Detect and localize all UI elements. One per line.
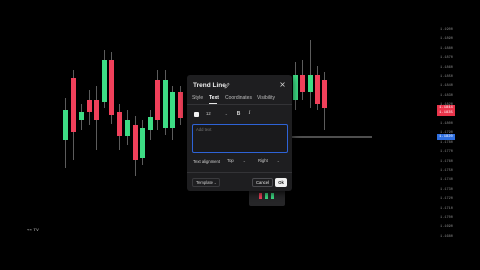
candle-body: [293, 75, 298, 100]
text-input[interactable]: [192, 124, 288, 153]
current-price-badge: 1.1835: [437, 110, 455, 116]
candle-body: [117, 112, 122, 136]
price-tick-label: 1.1900: [440, 28, 453, 32]
brand-logo: ⌁⌁ TV: [27, 227, 40, 232]
template-label: Template: [196, 180, 213, 185]
price-tick-label: 1.1720: [440, 197, 453, 202]
price-tick-label: 1.1840: [440, 84, 453, 89]
price-tick-label: 1.1870: [440, 56, 453, 61]
trend-line-settings-dialog: Trend Line Style Text Coordinates Visibi…: [187, 75, 292, 191]
footer-divider: [187, 172, 292, 173]
price-tick-label: 1.1850: [440, 75, 453, 79]
italic-toggle[interactable]: I: [246, 110, 253, 118]
price-tick-label: 1.1760: [440, 159, 453, 164]
tab-coordinates[interactable]: Coordinates: [225, 95, 252, 101]
vertical-alignment-value: Top: [227, 158, 234, 163]
price-tick-label: 1.1680: [440, 234, 453, 239]
horizontal-alignment-value: Right: [258, 158, 268, 163]
candle-body: [300, 75, 305, 92]
template-dropdown[interactable]: Template ⌄: [192, 178, 220, 187]
chevron-down-icon: ⌄: [276, 158, 280, 163]
candle-body: [79, 112, 84, 120]
tab-divider: [187, 104, 292, 105]
candle-body: [315, 75, 320, 104]
candle-body: [155, 80, 160, 120]
price-tick-label: 1.1830: [440, 93, 453, 98]
chevron-down-icon: ⌄: [213, 180, 217, 185]
price-tick-label: 1.1860: [440, 65, 453, 70]
price-tick-label: 1.1730: [440, 187, 453, 192]
price-tick-label: 1.1890: [440, 37, 453, 42]
trading-chart-screen: 1.1900 1.1890 1.1880 1.1870 1.1860 1.1850 1.18…: [0, 0, 480, 270]
green-marker-icon[interactable]: [271, 193, 274, 199]
price-tick-label: 1.1710: [440, 206, 453, 211]
dialog-title: Trend Line: [193, 82, 226, 89]
price-tick-label: 1.1800: [440, 122, 453, 126]
chevron-down-icon: ⌄: [242, 158, 246, 163]
candle-body: [125, 120, 130, 136]
cancel-button[interactable]: Cancel: [252, 178, 273, 187]
horizontal-alignment-select[interactable]: Right ⌄: [255, 157, 282, 165]
price-tick-label: 1.1880: [440, 46, 453, 51]
candle-body: [71, 78, 76, 132]
tab-text[interactable]: Text: [209, 95, 219, 101]
text-color-swatch[interactable]: [194, 112, 199, 117]
candle-body: [63, 110, 68, 140]
candle-body: [163, 80, 168, 128]
candle-body: [109, 60, 114, 115]
candle-body: [178, 92, 183, 118]
green-marker-icon[interactable]: [265, 193, 268, 199]
font-size-value: 12: [206, 111, 211, 116]
pencil-icon[interactable]: [224, 82, 230, 89]
tab-visibility[interactable]: Visibility: [257, 95, 275, 101]
tab-style[interactable]: Style: [192, 95, 203, 101]
bold-toggle[interactable]: B: [235, 110, 242, 118]
chevron-down-icon: ⌄: [224, 111, 228, 116]
candle-body: [322, 80, 327, 108]
price-tick-label: 1.1780: [440, 140, 453, 145]
font-size-select[interactable]: 12 ⌄: [204, 110, 230, 118]
price-tick-label: 1.1700: [440, 216, 453, 220]
candle-body: [87, 100, 92, 112]
candle-body: [148, 117, 153, 130]
close-icon[interactable]: [279, 81, 286, 88]
candle-body: [94, 100, 99, 120]
price-tick-label: 1.1690: [440, 225, 453, 230]
current-price-badge: 1.1820: [437, 134, 455, 140]
red-marker-icon[interactable]: [259, 193, 262, 199]
text-alignment-label: Text alignment: [193, 159, 220, 164]
candle-body: [140, 128, 145, 158]
candle-body: [308, 75, 313, 92]
price-tick-label: 1.1770: [440, 150, 453, 155]
candle-body: [170, 92, 175, 128]
price-tick-label: 1.1750: [440, 169, 453, 173]
ok-button[interactable]: Ok: [275, 178, 287, 187]
candle-body: [133, 125, 138, 160]
price-tick-label: 1.1740: [440, 178, 453, 183]
vertical-alignment-select[interactable]: Top ⌄: [224, 157, 248, 165]
candle-body: [102, 60, 107, 102]
